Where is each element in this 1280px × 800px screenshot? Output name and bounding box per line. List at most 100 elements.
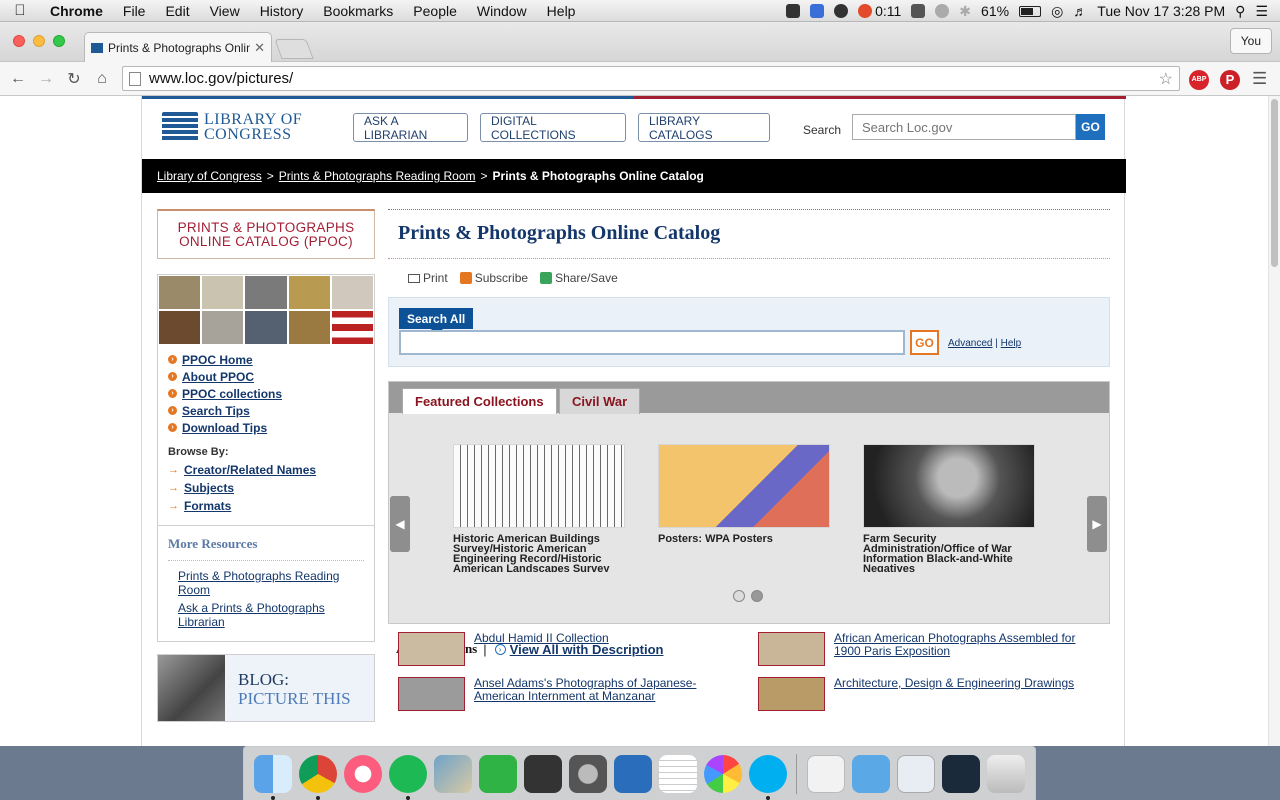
featured-item[interactable]: Posters: WPA Posters xyxy=(658,444,830,572)
window-minimize-button[interactable] xyxy=(33,35,45,47)
featured-item[interactable]: Farm Security Administration/Office of W… xyxy=(863,444,1035,572)
blog-banner[interactable]: BLOG: PICTURE THIS xyxy=(157,654,375,722)
reload-icon[interactable]: ↻ xyxy=(60,69,88,89)
wifi-icon[interactable]: ◎ xyxy=(1051,3,1063,20)
nav-ppoc-home-link[interactable]: PPOC Home xyxy=(182,353,253,367)
menu-window[interactable]: Window xyxy=(467,3,537,19)
back-icon[interactable]: ← xyxy=(4,70,32,88)
digital-collections-button[interactable]: DIGITAL COLLECTIONS xyxy=(480,113,626,142)
bluetooth-icon[interactable]: ✱ xyxy=(959,3,971,20)
tab-close-icon[interactable]: ✕ xyxy=(254,40,265,56)
window-close-button[interactable] xyxy=(13,35,25,47)
forward-icon[interactable]: → xyxy=(32,70,60,88)
skype-window-thumbnail-icon[interactable] xyxy=(941,754,980,793)
catalog-search-input[interactable] xyxy=(399,330,905,355)
adblock-plus-icon[interactable]: ABP xyxy=(1189,70,1209,90)
featured-item[interactable]: Historic American Buildings Survey/Histo… xyxy=(453,444,625,572)
apple-icon[interactable]:  xyxy=(0,2,40,19)
menu-file[interactable]: File xyxy=(113,3,156,19)
nav-download-tips-link[interactable]: Download Tips xyxy=(182,421,267,435)
creative-cloud-icon[interactable] xyxy=(834,4,849,18)
trash-icon[interactable] xyxy=(986,754,1025,793)
skype-icon[interactable] xyxy=(748,754,787,800)
finder-icon[interactable] xyxy=(253,754,292,800)
word-icon[interactable] xyxy=(613,754,652,793)
textedit-icon[interactable] xyxy=(658,754,697,793)
itunes-icon[interactable] xyxy=(343,754,382,793)
volume-icon[interactable]: ♬ xyxy=(1073,3,1087,19)
breadcrumb-loc-link[interactable]: Library of Congress xyxy=(157,169,262,183)
menu-bookmarks[interactable]: Bookmarks xyxy=(313,3,403,19)
chrome-menu-icon[interactable]: ☰ xyxy=(1252,69,1267,89)
notification-center-icon[interactable]: ☰ xyxy=(1255,3,1268,20)
system-preferences-icon[interactable] xyxy=(568,754,607,793)
document-icon[interactable] xyxy=(806,754,845,793)
library-catalogs-button[interactable]: LIBRARY CATALOGS xyxy=(638,113,770,142)
menu-view[interactable]: View xyxy=(200,3,250,19)
nav-about-link[interactable]: About PPOC xyxy=(182,370,254,384)
address-text[interactable]: www.loc.gov/pictures/ xyxy=(149,70,293,87)
photos-icon[interactable] xyxy=(703,754,742,793)
facetime-icon[interactable] xyxy=(478,754,517,793)
header-go-button[interactable]: GO xyxy=(1076,114,1105,140)
window-zoom-button[interactable] xyxy=(53,35,65,47)
subscribe-tool[interactable]: Subscribe xyxy=(459,271,528,285)
share-tool[interactable]: Share/Save xyxy=(540,271,618,285)
nav-collections-link[interactable]: PPOC collections xyxy=(182,387,282,401)
nav-search-tips-link[interactable]: Search Tips xyxy=(182,404,250,418)
collection-thumbnail[interactable] xyxy=(758,677,825,711)
loc-logo[interactable]: LIBRARY OF CONGRESS xyxy=(162,112,304,143)
print-tool[interactable]: Print xyxy=(408,271,448,285)
ask-librarian-link[interactable]: Ask a Prints & Photographs Librarian xyxy=(178,601,325,629)
collection-thumbnail[interactable] xyxy=(398,677,465,711)
browse-formats-link[interactable]: Formats xyxy=(184,499,231,513)
page-scrollbar[interactable] xyxy=(1268,96,1280,746)
menu-app-name[interactable]: Chrome xyxy=(40,3,113,19)
carousel-dot-active[interactable] xyxy=(751,590,763,602)
photo-booth-icon[interactable] xyxy=(523,754,562,793)
help-link[interactable]: Help xyxy=(1001,338,1022,349)
collection-link[interactable]: Architecture, Design & Engineering Drawi… xyxy=(834,677,1074,711)
browse-creators-link[interactable]: Creator/Related Names xyxy=(184,463,316,477)
carousel-dot[interactable] xyxy=(733,590,745,602)
scrollbar-thumb[interactable] xyxy=(1271,99,1278,267)
evernote-icon[interactable] xyxy=(786,4,801,18)
window-thumbnail-icon[interactable] xyxy=(896,754,935,793)
menu-people[interactable]: People xyxy=(403,3,467,19)
profile-button[interactable]: You xyxy=(1229,28,1272,54)
home-icon[interactable]: ⌂ xyxy=(88,70,116,88)
carousel-prev-button[interactable]: ◀ xyxy=(390,496,410,552)
catalog-go-button[interactable]: GO xyxy=(910,330,939,355)
browse-subjects-link[interactable]: Subjects xyxy=(184,481,234,495)
breadcrumb-reading-room-link[interactable]: Prints & Photographs Reading Room xyxy=(279,169,476,183)
timer-icon[interactable] xyxy=(858,4,873,18)
tab-featured-collections[interactable]: Featured Collections xyxy=(402,388,557,414)
spotlight-icon[interactable]: ⚲ xyxy=(1235,3,1245,20)
airplay-icon[interactable] xyxy=(911,4,926,18)
clock[interactable]: Tue Nov 17 3:28 PM xyxy=(1097,3,1225,19)
chrome-icon[interactable] xyxy=(298,754,337,800)
bookmark-star-icon[interactable]: ☆ xyxy=(1159,69,1173,89)
collection-thumbnail[interactable] xyxy=(398,632,465,666)
folder-icon[interactable] xyxy=(851,754,890,793)
preview-icon[interactable] xyxy=(433,754,472,793)
pinterest-icon[interactable]: P xyxy=(1220,70,1240,90)
spotify-icon[interactable] xyxy=(388,754,427,800)
dropbox-icon[interactable] xyxy=(810,4,825,18)
battery-icon[interactable] xyxy=(1019,5,1042,17)
collection-link[interactable]: African American Photographs Assembled f… xyxy=(834,632,1098,666)
header-search-input[interactable] xyxy=(852,114,1076,140)
menu-history[interactable]: History xyxy=(250,3,314,19)
menu-edit[interactable]: Edit xyxy=(155,3,199,19)
browser-tab[interactable]: Prints & Photographs Onlin ✕ xyxy=(84,32,272,62)
advanced-search-link[interactable]: Advanced xyxy=(948,338,992,349)
new-tab-button[interactable] xyxy=(274,39,314,59)
menu-help[interactable]: Help xyxy=(537,3,586,19)
reading-room-link[interactable]: Prints & Photographs Reading Room xyxy=(178,569,339,597)
ppoc-title-box[interactable]: PRINTS & PHOTOGRAPHS ONLINE CATALOG (PPO… xyxy=(157,209,375,259)
address-bar[interactable]: www.loc.gov/pictures/ ☆ xyxy=(122,66,1180,91)
ask-librarian-button[interactable]: ASK A LIBRARIAN xyxy=(353,113,468,142)
collection-thumbnail[interactable] xyxy=(758,632,825,666)
tab-civil-war[interactable]: Civil War xyxy=(559,388,641,414)
time-machine-icon[interactable] xyxy=(935,4,950,18)
